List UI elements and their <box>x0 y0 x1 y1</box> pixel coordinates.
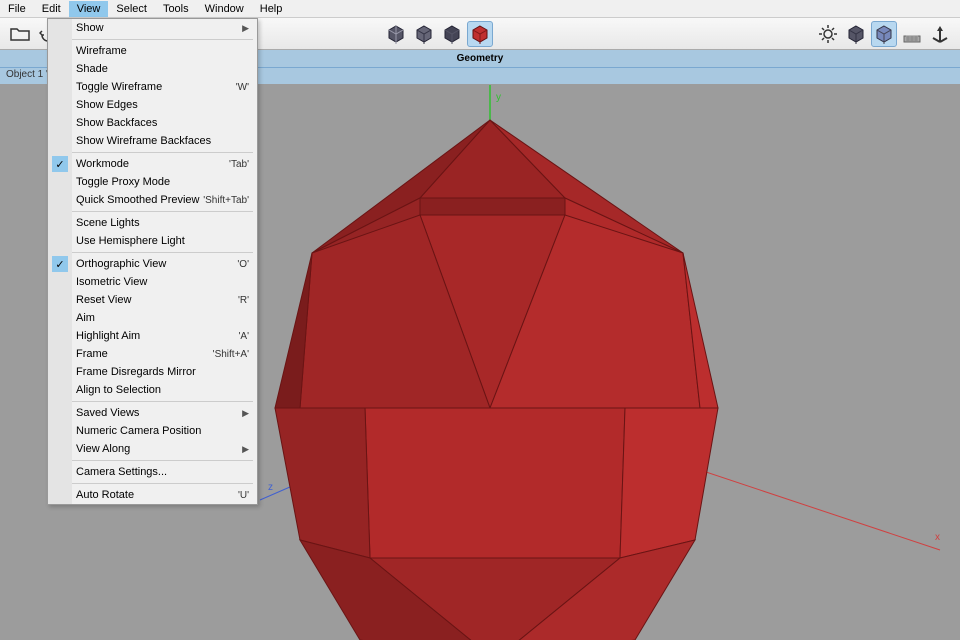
menu-isometric[interactable]: Isometric View <box>48 273 257 291</box>
menu-aim[interactable]: Aim <box>48 309 257 327</box>
menu-show-wf-backfaces[interactable]: Show Wireframe Backfaces <box>48 132 257 150</box>
axis-z-label: z <box>268 482 273 493</box>
axes-toggle-button[interactable] <box>927 21 953 47</box>
check-icon: ✓ <box>52 156 68 172</box>
menu-quick-smooth[interactable]: Quick Smoothed Preview'Shift+Tab' <box>48 191 257 209</box>
mesh-object[interactable] <box>275 120 718 640</box>
shading-mode-4[interactable] <box>467 21 493 47</box>
menu-show[interactable]: Show▶ <box>48 19 257 37</box>
ground-toggle-button[interactable] <box>899 21 925 47</box>
menu-toggle-wireframe[interactable]: Toggle Wireframe'W' <box>48 78 257 96</box>
menu-camera-settings[interactable]: Camera Settings... <box>48 463 257 481</box>
menu-select[interactable]: Select <box>108 1 155 17</box>
menu-saved-views[interactable]: Saved Views▶ <box>48 404 257 422</box>
menu-shade[interactable]: Shade <box>48 60 257 78</box>
chevron-right-icon: ▶ <box>242 408 249 419</box>
menu-workmode[interactable]: ✓Workmode'Tab' <box>48 155 257 173</box>
axis-x-label: x <box>935 532 940 543</box>
menu-view-along[interactable]: View Along▶ <box>48 440 257 458</box>
menu-scene-lights[interactable]: Scene Lights <box>48 214 257 232</box>
check-icon: ✓ <box>52 256 68 272</box>
menu-file[interactable]: File <box>0 1 34 17</box>
shading-mode-3[interactable] <box>439 21 465 47</box>
view-solid-button[interactable] <box>843 21 869 47</box>
axis-y-label: y <box>496 92 501 103</box>
menu-wireframe[interactable]: Wireframe <box>48 42 257 60</box>
menu-show-backfaces[interactable]: Show Backfaces <box>48 114 257 132</box>
menu-window[interactable]: Window <box>197 1 252 17</box>
menu-align-selection[interactable]: Align to Selection <box>48 381 257 399</box>
chevron-right-icon: ▶ <box>242 444 249 455</box>
menu-auto-rotate[interactable]: Auto Rotate'U' <box>48 486 257 504</box>
settings-button[interactable] <box>815 21 841 47</box>
menu-highlight-aim[interactable]: Highlight Aim'A' <box>48 327 257 345</box>
menu-edit[interactable]: Edit <box>34 1 69 17</box>
menu-frame-disregards[interactable]: Frame Disregards Mirror <box>48 363 257 381</box>
chevron-right-icon: ▶ <box>242 23 249 34</box>
view-lit-button[interactable] <box>871 21 897 47</box>
menu-bar: File Edit View Select Tools Window Help <box>0 0 960 18</box>
menu-numeric-camera[interactable]: Numeric Camera Position <box>48 422 257 440</box>
menu-orthographic[interactable]: ✓Orthographic View'O' <box>48 255 257 273</box>
shading-mode-1[interactable] <box>383 21 409 47</box>
menu-frame[interactable]: Frame'Shift+A' <box>48 345 257 363</box>
menu-toggle-proxy[interactable]: Toggle Proxy Mode <box>48 173 257 191</box>
tab-geometry[interactable]: Geometry <box>457 53 504 64</box>
open-button[interactable] <box>7 21 33 47</box>
menu-show-edges[interactable]: Show Edges <box>48 96 257 114</box>
view-menu-dropdown: Show▶ Wireframe Shade Toggle Wireframe'W… <box>47 18 258 505</box>
menu-view[interactable]: View <box>69 1 109 17</box>
shading-mode-2[interactable] <box>411 21 437 47</box>
menu-tools[interactable]: Tools <box>155 1 197 17</box>
menu-reset-view[interactable]: Reset View'R' <box>48 291 257 309</box>
menu-help[interactable]: Help <box>252 1 291 17</box>
menu-hemisphere[interactable]: Use Hemisphere Light <box>48 232 257 250</box>
